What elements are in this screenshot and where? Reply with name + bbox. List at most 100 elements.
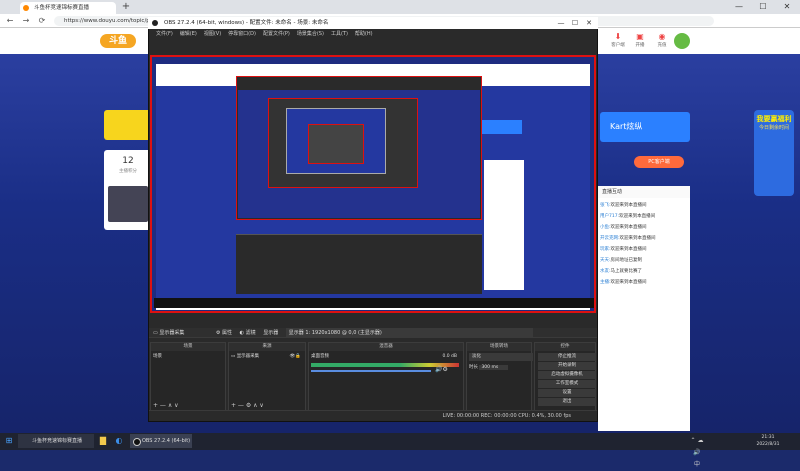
menu-tools[interactable]: 工具(T): [331, 31, 348, 37]
chat-message: 主播:欢迎来到本直播间: [600, 279, 688, 287]
virtual-camera-button[interactable]: 启动虚拟摄像机: [538, 371, 596, 379]
source-toolbar: ▭ 显示器采集 ⚙ 属性 ◐ 滤镜 显示器 显示器 1: 1920x1080 @…: [149, 328, 597, 338]
chat-text: 欢迎来到本直播间: [619, 214, 656, 219]
visibility-eye-icon[interactable]: 👁🔒: [290, 353, 301, 361]
anchor-score-label: 主播积分: [119, 169, 137, 174]
camera-icon: ▣: [636, 32, 644, 41]
menu-view[interactable]: 视图(V): [204, 31, 221, 37]
sources-tools[interactable]: + — ⚙ ∧ ∨: [231, 402, 264, 410]
settings-button[interactable]: 设置: [538, 389, 596, 397]
chat-username[interactable]: 玩家:: [600, 247, 611, 252]
menu-scene-collection[interactable]: 场景集合(S): [297, 31, 324, 37]
chat-username[interactable]: 天天:: [600, 258, 611, 263]
client-download-link[interactable]: ⬇ 客户端: [606, 32, 630, 50]
chat-message: 天天:房间地址已复制: [600, 257, 688, 265]
tab-favicon-icon: [23, 5, 29, 11]
filters-button[interactable]: ◐ 滤镜: [240, 330, 256, 336]
preview-nested-banner: [482, 120, 522, 134]
user-avatar[interactable]: [674, 33, 690, 49]
transitions-dock: 场景转场 淡化 时长 300 ms: [466, 342, 533, 412]
chat-text: 欢迎来到本直播间: [610, 280, 647, 285]
reload-button[interactable]: ⟳: [36, 15, 48, 27]
chat-text: 欢迎来到本直播间: [610, 203, 647, 208]
properties-button[interactable]: ⚙ 属性: [216, 330, 232, 336]
tab-title: 斗鱼杯竞速锦标赛直播: [34, 5, 90, 11]
browser-tab[interactable]: 斗鱼杯竞速锦标赛直播: [20, 2, 116, 14]
scenes-dock-header: 场景: [151, 343, 225, 351]
selected-source-name: 显示器采集: [159, 330, 185, 336]
start-windows-icon[interactable]: ⊞: [2, 435, 16, 447]
chat-message: 用户717:欢迎来到本直播间: [600, 213, 688, 221]
speaker-icon[interactable]: 🔊⚙: [435, 366, 448, 373]
promo-sub: 今日剩余时间: [758, 125, 789, 131]
obs-status-bar: LIVE: 00:00:00 REC: 00:00:00 CPU: 0.4%, …: [149, 410, 597, 420]
promo-panel[interactable]: 我要赢福利今日剩余时间: [754, 110, 794, 196]
stop-streaming-button[interactable]: 停止推流: [538, 353, 596, 361]
back-button[interactable]: ←: [4, 15, 16, 27]
chat-message: 开云克网:欢迎来到本直播间: [600, 235, 688, 243]
mixer-level: 0.0 dB: [442, 354, 457, 359]
mixer-track: 桌面音频 0.0 dB: [311, 353, 461, 361]
start-recording-button[interactable]: 开始录制: [538, 362, 596, 370]
browser-close-button[interactable]: ✕: [776, 0, 798, 14]
transitions-dock-header: 场景转场: [467, 343, 531, 351]
file-explorer-icon[interactable]: ▇: [96, 435, 110, 447]
obs-minimize-button[interactable]: —: [554, 17, 568, 29]
volume-slider[interactable]: [311, 370, 431, 372]
taskbar-clock[interactable]: 21:31 2022/8/31: [748, 434, 788, 448]
chat-message: 张飞:欢迎来到本直播间: [600, 202, 688, 210]
menu-edit[interactable]: 编辑(E): [180, 31, 197, 37]
chat-text: 马上就要比赛了: [610, 269, 643, 274]
chat-message: 小鱼:欢迎来到本直播间: [600, 224, 688, 232]
pc-client-button[interactable]: PC客户端: [634, 156, 684, 168]
bulb-icon: ◉: [658, 32, 666, 41]
source-list-item[interactable]: ▭ 显示器采集 👁🔒: [231, 353, 301, 361]
yellow-banner[interactable]: [104, 110, 154, 140]
preview-nested-docks: [236, 234, 482, 294]
start-stream-link[interactable]: ▣ 开播: [628, 32, 652, 50]
chat-username[interactable]: 主播:: [600, 280, 611, 285]
chat-message: 玩家:欢迎来到本直播间: [600, 246, 688, 254]
display-select[interactable]: 显示器 1: 1920x1080 @ 0,0 (主显示器): [285, 328, 533, 338]
chat-header: 直播互动: [598, 186, 690, 198]
menu-help[interactable]: 帮助(H): [355, 31, 373, 37]
transition-duration[interactable]: 时长 300 ms: [469, 364, 533, 372]
menu-docks[interactable]: 停靠窗口(D): [228, 31, 256, 37]
chat-username[interactable]: 用户717:: [600, 214, 619, 219]
scenes-tools[interactable]: + — ∧ ∨: [153, 402, 179, 410]
forward-button[interactable]: →: [20, 15, 32, 27]
promo-title: 我要赢福利: [756, 115, 792, 123]
chat-username[interactable]: 张飞:: [600, 203, 611, 208]
exit-button[interactable]: 退出: [538, 398, 596, 406]
transition-select[interactable]: 淡化: [469, 353, 533, 361]
chat-username[interactable]: 开云克网:: [600, 236, 620, 241]
obs-title-bar: OBS 27.2.4 (64-bit, windows) - 配置文件: 未命名…: [148, 17, 598, 29]
scenes-dock: 场景 场景 + — ∧ ∨: [150, 342, 226, 412]
kart-banner[interactable]: Kart炫纵: [600, 112, 690, 142]
obs-maximize-button[interactable]: ☐: [568, 17, 582, 29]
clock-date: 2022/8/31: [756, 442, 780, 447]
monitor-icon: ▭: [153, 330, 158, 336]
chat-text: 欢迎来到本直播间: [610, 247, 647, 252]
system-tray-icons[interactable]: ⌃ ☁ 🔊 中: [690, 435, 704, 468]
edge-browser-icon[interactable]: ◐: [112, 435, 126, 447]
obs-close-button[interactable]: ✕: [582, 17, 596, 29]
anchor-card[interactable]: 12 主播积分: [104, 150, 152, 230]
scene-list-item[interactable]: 场景: [153, 353, 223, 361]
obs-logo-icon: [133, 438, 141, 446]
sources-dock-header: 来源: [229, 343, 305, 351]
new-tab-button[interactable]: +: [120, 1, 132, 13]
chat-username[interactable]: 水友:: [600, 269, 611, 274]
browser-maximize-button[interactable]: ☐: [752, 0, 774, 14]
taskbar-search[interactable]: 斗鱼杯竞速锦标赛直播: [18, 434, 94, 448]
studio-mode-button[interactable]: 工作室模式: [538, 380, 596, 388]
menu-profile[interactable]: 配置文件(P): [263, 31, 290, 37]
browser-minimize-button[interactable]: —: [728, 0, 750, 14]
obs-taskbar-item[interactable]: OBS 27.2.4 (64-bit): [130, 434, 192, 448]
recharge-link[interactable]: ◉ 充值: [650, 32, 674, 50]
site-logo[interactable]: 斗鱼: [100, 34, 136, 48]
chat-username[interactable]: 小鱼:: [600, 225, 611, 230]
chat-text: 欢迎来到本直播间: [619, 236, 656, 241]
mixer-track-name: 桌面音频: [311, 354, 329, 359]
menu-file[interactable]: 文件(F): [156, 31, 173, 37]
